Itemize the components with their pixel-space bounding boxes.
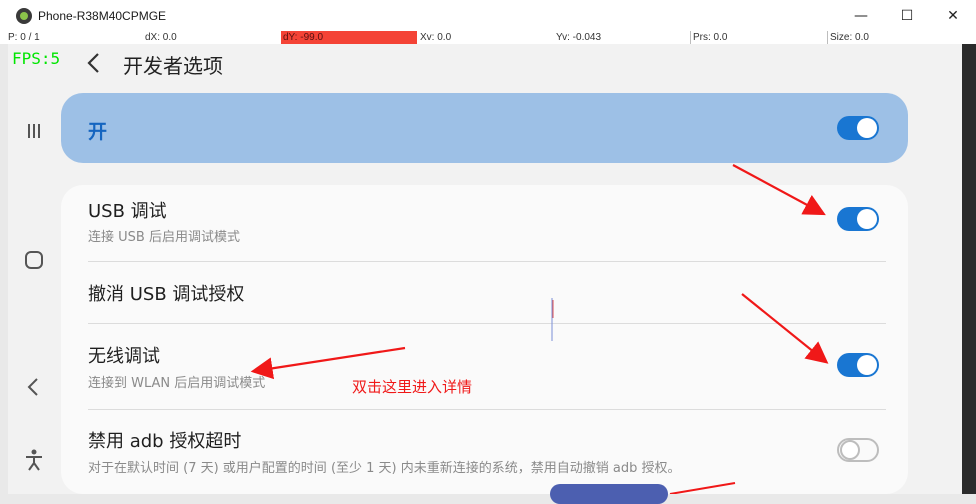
wireless-debugging-toggle[interactable] [837, 353, 879, 377]
setting-usb-debugging[interactable]: USB 调试 连接 USB 后启用调试模式 [61, 185, 908, 261]
back-button[interactable] [86, 48, 102, 81]
maximize-button[interactable]: ☐ [884, 0, 930, 31]
debug-xv: Xv: 0.0 [420, 32, 452, 43]
usb-debugging-toggle[interactable] [837, 207, 879, 231]
settings-list: USB 调试 连接 USB 后启用调试模式 撤消 USB 调试授权 无线调试 连… [61, 185, 908, 494]
window-title: Phone-R38M40CPMGE [38, 8, 167, 23]
master-toggle[interactable] [837, 116, 879, 140]
home-icon[interactable] [8, 250, 60, 275]
accessibility-icon[interactable] [8, 449, 60, 476]
minimize-button[interactable]: — [838, 0, 884, 31]
debug-dx: dX: 0.0 [145, 32, 177, 43]
wireless-debugging-subtitle: 连接到 WLAN 后启用调试模式 [88, 376, 266, 391]
page-title: 开发者选项 [123, 54, 223, 78]
floating-button-partial[interactable] [550, 484, 668, 504]
window-right-edge [962, 31, 976, 494]
usb-debugging-title: USB 调试 [88, 201, 167, 222]
debug-pointer-count: P: 0 / 1 [8, 32, 40, 43]
close-button[interactable]: ✕ [930, 0, 976, 31]
debug-yv: Yv: -0.043 [556, 32, 602, 43]
usb-debugging-subtitle: 连接 USB 后启用调试模式 [88, 230, 240, 245]
android-app-icon [16, 7, 32, 24]
disable-adb-timeout-toggle[interactable] [837, 438, 879, 462]
master-switch-label: 开 [88, 121, 108, 143]
back-nav-icon[interactable] [8, 377, 60, 402]
debug-size: Size: 0.0 [827, 31, 869, 44]
fps-overlay: FPS:5 [12, 49, 61, 68]
window-controls: — ☐ ✕ [838, 0, 976, 31]
annotation-text: 双击这里进入详情 [352, 378, 473, 396]
recent-apps-icon[interactable] [8, 122, 60, 145]
setting-disable-adb-timeout[interactable]: 禁用 adb 授权超时 对于在默认时间 (7 天) 或用户配置的时间 (至少 1… [61, 410, 908, 494]
disable-adb-timeout-title: 禁用 adb 授权超时 [88, 431, 242, 452]
disable-adb-timeout-subtitle: 对于在默认时间 (7 天) 或用户配置的时间 (至少 1 天) 内未重新连接的系… [88, 461, 681, 476]
setting-revoke-usb-auth[interactable]: 撤消 USB 调试授权 [61, 262, 908, 323]
debug-pressure: Prs: 0.0 [690, 31, 727, 44]
setting-wireless-debugging[interactable]: 无线调试 连接到 WLAN 后启用调试模式 [61, 324, 908, 409]
debug-dy: dY: -99.0 [281, 31, 417, 44]
pointer-debug-bar: P: 0 / 1 dX: 0.0 dY: -99.0 Xv: 0.0 Yv: -… [0, 31, 976, 44]
window-title-bar: Phone-R38M40CPMGE — ☐ ✕ [0, 0, 976, 31]
developer-options-master-switch[interactable]: 开 [61, 93, 908, 163]
navigation-bar [8, 44, 60, 494]
revoke-usb-auth-title: 撤消 USB 调试授权 [88, 284, 245, 305]
wireless-debugging-title: 无线调试 [88, 346, 160, 367]
